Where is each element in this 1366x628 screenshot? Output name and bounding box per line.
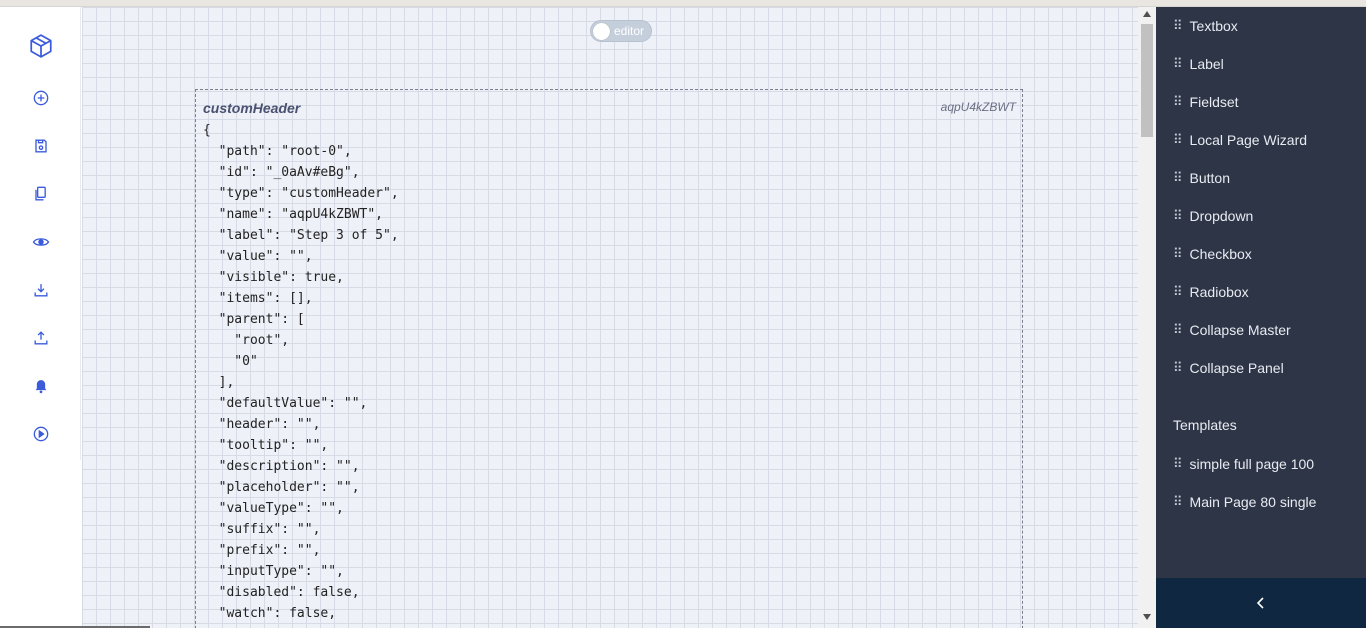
editor-toggle-label: editor: [614, 24, 645, 38]
palette-item-3[interactable]: ⠿ Local Page Wizard: [1173, 130, 1307, 150]
templates-heading: Templates: [1173, 417, 1237, 433]
template-item-label: Main Page 80 single: [1189, 494, 1317, 510]
toggle-knob: [593, 23, 610, 40]
palette-item-4[interactable]: ⠿ Button: [1173, 168, 1230, 188]
palette-item-label: Textbox: [1189, 18, 1238, 34]
drag-handle-icon[interactable]: ⠿: [1173, 18, 1182, 34]
palette-item-label: Fieldset: [1189, 94, 1239, 110]
chevron-left-icon: [1256, 597, 1264, 609]
palette-item-label: Dropdown: [1189, 208, 1254, 224]
download-icon[interactable]: [28, 277, 54, 303]
left-toolbar: [0, 7, 81, 460]
palette-item-label: Local Page Wizard: [1189, 132, 1308, 148]
palette-item-label: Checkbox: [1189, 246, 1252, 262]
save-icon[interactable]: [28, 133, 54, 159]
palette-item-6[interactable]: ⠿ Checkbox: [1173, 244, 1252, 264]
component-json: { "path": "root-0", "id": "_0aAv#eBg", "…: [203, 123, 399, 621]
bell-icon[interactable]: [28, 373, 54, 399]
drag-handle-icon[interactable]: ⠿: [1173, 494, 1182, 510]
drag-handle-icon[interactable]: ⠿: [1173, 284, 1182, 300]
upload-icon[interactable]: [28, 325, 54, 351]
template-item-1[interactable]: ⠿ Main Page 80 single: [1173, 492, 1316, 512]
drag-handle-icon[interactable]: ⠿: [1173, 94, 1182, 110]
palette-item-label: Radiobox: [1189, 284, 1249, 300]
component-type-label: customHeader: [203, 100, 301, 116]
scroll-thumb[interactable]: [1141, 24, 1153, 137]
component-palette: ⠿ Textbox ⠿ Label ⠿ Fieldset ⠿ Local Page Wizar…: [1156, 7, 1366, 628]
palette-item-1[interactable]: ⠿ Label: [1173, 54, 1224, 74]
drag-handle-icon[interactable]: ⠿: [1173, 322, 1182, 338]
palette-item-0[interactable]: ⠿ Textbox: [1173, 16, 1238, 36]
cube-logo-icon[interactable]: [28, 33, 54, 59]
component-box[interactable]: customHeader aqpU4kZBWT { "path": "root-…: [195, 89, 1023, 628]
editor-canvas[interactable]: editor customHeader aqpU4kZBWT { "path":…: [82, 7, 1138, 628]
copy-icon[interactable]: [28, 181, 54, 207]
palette-item-9[interactable]: ⠿ Collapse Panel: [1173, 358, 1284, 378]
palette-item-label: Button: [1189, 170, 1231, 186]
drag-handle-icon[interactable]: ⠿: [1173, 132, 1182, 148]
palette-item-label: Collapse Master: [1189, 322, 1291, 338]
window-top-bar: [0, 0, 1366, 7]
drag-handle-icon[interactable]: ⠿: [1173, 56, 1182, 72]
canvas-scrollbar[interactable]: [1138, 7, 1156, 628]
palette-item-label: Label: [1189, 56, 1224, 72]
editor-toggle[interactable]: editor: [590, 20, 652, 42]
template-item-label: simple full page 100: [1189, 456, 1315, 472]
palette-item-5[interactable]: ⠿ Dropdown: [1173, 206, 1253, 226]
template-item-0[interactable]: ⠿ simple full page 100: [1173, 454, 1314, 474]
add-circle-icon[interactable]: [28, 85, 54, 111]
palette-item-label: Collapse Panel: [1189, 360, 1284, 376]
eye-icon[interactable]: [28, 229, 54, 255]
palette-item-7[interactable]: ⠿ Radiobox: [1173, 282, 1249, 302]
play-circle-icon[interactable]: [28, 421, 54, 447]
component-name-label: aqpU4kZBWT: [940, 100, 1016, 114]
drag-handle-icon[interactable]: ⠿: [1173, 360, 1182, 376]
palette-item-8[interactable]: ⠿ Collapse Master: [1173, 320, 1291, 340]
drag-handle-icon[interactable]: ⠿: [1173, 208, 1182, 224]
drag-handle-icon[interactable]: ⠿: [1173, 246, 1182, 262]
scroll-up-arrow-icon[interactable]: [1143, 11, 1151, 17]
palette-item-2[interactable]: ⠿ Fieldset: [1173, 92, 1239, 112]
drag-handle-icon[interactable]: ⠿: [1173, 170, 1182, 186]
drag-handle-icon[interactable]: ⠿: [1173, 456, 1182, 472]
scroll-down-arrow-icon[interactable]: [1143, 614, 1151, 620]
collapse-panel-button[interactable]: [1156, 578, 1366, 628]
